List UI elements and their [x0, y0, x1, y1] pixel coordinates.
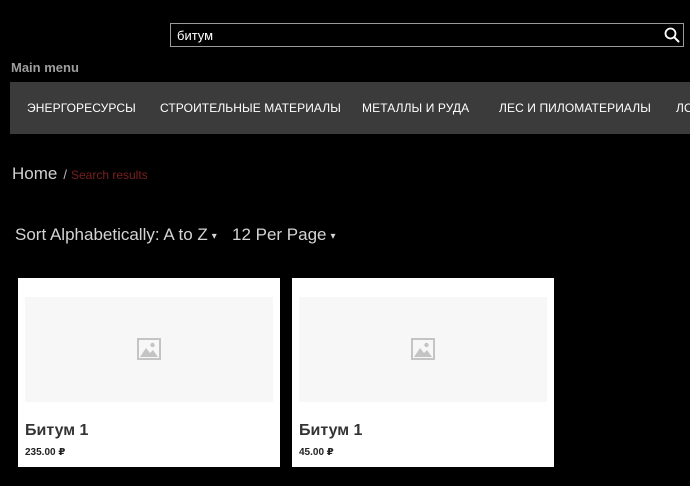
- per-page-label: 12 Per Page: [232, 225, 327, 244]
- product-card[interactable]: Битум 1 235.00 ₽: [18, 278, 280, 467]
- breadcrumb-home[interactable]: Home: [12, 164, 57, 183]
- sort-order-select[interactable]: Sort Alphabetically: A to Z ▾: [15, 225, 217, 245]
- menu-item-construction-materials[interactable]: СТРОИТЕЛЬНЫЕ МАТЕРИАЛЫ: [160, 82, 341, 134]
- menu-item-energy[interactable]: ЭНЕРГОРЕСУРСЫ: [27, 82, 136, 134]
- caret-down-icon: ▾: [211, 231, 217, 242]
- product-card[interactable]: Битум 1 45.00 ₽: [292, 278, 554, 467]
- product-title[interactable]: Битум 1: [25, 422, 88, 440]
- product-image[interactable]: [25, 297, 273, 402]
- breadcrumb: Home / Search results: [12, 164, 148, 186]
- breadcrumb-separator: /: [63, 167, 67, 182]
- menu-item-metals-ore[interactable]: МЕТАЛЛЫ И РУДА: [362, 82, 469, 134]
- search-icon[interactable]: [663, 26, 681, 44]
- main-menu-label: Main menu: [11, 60, 79, 75]
- main-menu: ЭНЕРГОРЕСУРСЫ СТРОИТЕЛЬНЫЕ МАТЕРИАЛЫ МЕТ…: [10, 82, 690, 134]
- search-box: [170, 23, 684, 47]
- image-placeholder-icon: [137, 338, 161, 360]
- caret-down-icon: ▾: [330, 231, 336, 242]
- breadcrumb-current: Search results: [70, 168, 148, 182]
- menu-item-next[interactable]: ЛО: [676, 82, 690, 134]
- search-input[interactable]: [177, 27, 657, 43]
- product-price: 45.00 ₽: [299, 447, 334, 458]
- per-page-select[interactable]: 12 Per Page ▾: [232, 225, 336, 245]
- page: Main menu ЭНЕРГОРЕСУРСЫ СТРОИТЕЛЬНЫЕ МАТ…: [0, 0, 690, 486]
- product-image[interactable]: [299, 297, 547, 402]
- menu-item-timber[interactable]: ЛЕС И ПИЛОМАТЕРИАЛЫ: [499, 82, 651, 134]
- product-title[interactable]: Битум 1: [299, 422, 362, 440]
- sort-order-label: Sort Alphabetically: A to Z: [15, 225, 208, 244]
- image-placeholder-icon: [411, 338, 435, 360]
- product-price: 235.00 ₽: [25, 447, 66, 458]
